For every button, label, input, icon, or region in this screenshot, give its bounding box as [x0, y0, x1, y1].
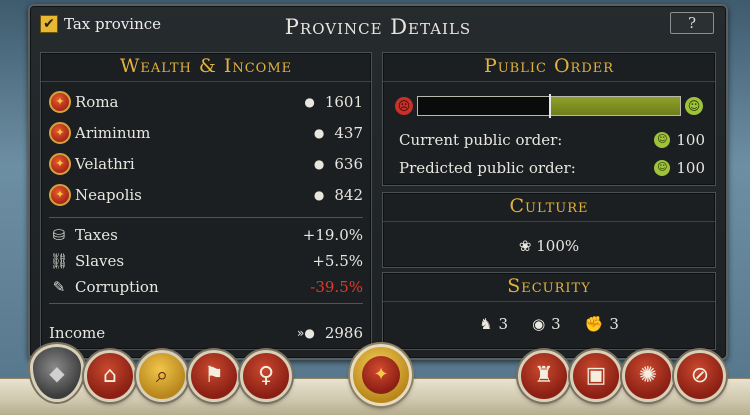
- happy-face-icon: ☺: [654, 160, 671, 176]
- region-value: 437: [334, 124, 363, 142]
- current-order-label: Current public order:: [399, 131, 563, 149]
- security-section: Security ♞ 3 ◉ 3 ✊ 3: [382, 272, 716, 350]
- income-value: 2986: [324, 324, 363, 342]
- treasure-chest-icon: ▣: [585, 363, 607, 388]
- culture-section: Culture ❀ 100%: [382, 192, 716, 268]
- security-value: 3: [609, 315, 619, 333]
- region-row[interactable]: ✦ Ariminum ● 437: [49, 120, 363, 146]
- tab-trade[interactable]: ✺: [622, 350, 674, 402]
- security-item-eye: ◉ 3: [532, 315, 561, 333]
- fist-icon: ✊: [584, 315, 604, 333]
- laurel-icon: ❀: [518, 237, 532, 255]
- trophy-cup-icon: ♜: [534, 363, 554, 388]
- order-bar-marker: [549, 94, 551, 118]
- region-name: Neapolis: [75, 186, 142, 204]
- help-button[interactable]: ?: [670, 12, 714, 34]
- modifier-value: +5.5%: [312, 252, 363, 270]
- person-icon: ♀: [257, 363, 275, 388]
- coin-icon: ●: [313, 157, 325, 171]
- divider: [49, 217, 363, 218]
- modifier-label: Corruption: [75, 278, 159, 296]
- tab-recruitment[interactable]: ⚑: [188, 350, 240, 402]
- divider: [49, 303, 363, 304]
- tab-rewards[interactable]: ♜: [518, 350, 570, 402]
- income-coins-icon: »●: [297, 326, 315, 340]
- security-items: ♞ 3 ◉ 3 ✊ 3: [383, 315, 715, 333]
- region-value: 1601: [324, 93, 363, 111]
- eagle-icon: ♞: [479, 315, 493, 333]
- window-title: Province Details: [284, 15, 472, 39]
- slave-chains-icon: ⛓: [49, 252, 69, 270]
- magnifier-icon: ⌕: [155, 363, 169, 388]
- security-value: 3: [551, 315, 561, 333]
- region-name: Velathri: [75, 155, 135, 173]
- predicted-order-row: Predicted public order: ☺ 100: [399, 156, 705, 180]
- amphora-wheel-icon: ✺: [638, 363, 658, 388]
- public-order-section: Public Order ☹ ☺ Current public order: ☺…: [382, 52, 716, 186]
- security-item-fist: ✊ 3: [585, 315, 619, 333]
- order-bar-fill: [549, 97, 680, 115]
- tab-governor[interactable]: ♀: [240, 350, 292, 402]
- standard-banner-icon: ⚑: [204, 363, 224, 388]
- predicted-order-value: 100: [676, 159, 705, 177]
- culture-title: Culture: [383, 193, 715, 222]
- tab-buildings[interactable]: ⌂: [84, 350, 136, 402]
- current-order-value: 100: [676, 131, 705, 149]
- corruption-scroll-icon: ✎: [52, 278, 66, 296]
- region-name: Ariminum: [75, 124, 151, 142]
- culture-value: 100%: [536, 237, 580, 255]
- faction-emblem[interactable]: ✦: [350, 344, 412, 406]
- modifier-row-corruption: ✎ Corruption -39.5%: [49, 274, 363, 300]
- eagle-medallion-icon: ✦: [49, 122, 71, 144]
- coin-icon: ●: [304, 95, 315, 109]
- order-bar-track: [417, 94, 681, 118]
- income-row: Income »● 2986: [49, 320, 363, 346]
- tab-disband[interactable]: ⊘: [674, 350, 726, 402]
- modifier-label: Slaves: [75, 252, 125, 270]
- province-details-panel: ✔ Tax province Province Details ? Wealth…: [28, 4, 728, 360]
- wealth-income-title: Wealth & Income: [41, 53, 371, 82]
- modifier-row-slaves: ⛓ Slaves +5.5%: [49, 248, 363, 274]
- happy-mask-icon: ☺: [685, 97, 703, 115]
- security-title: Security: [383, 273, 715, 302]
- coin-icon: ●: [313, 126, 325, 140]
- region-row[interactable]: ✦ Velathri ● 636: [49, 151, 363, 177]
- region-row[interactable]: ✦ Roma ● 1601: [49, 89, 363, 115]
- culture-value-row: ❀ 100%: [383, 237, 715, 255]
- security-value: 3: [498, 315, 509, 333]
- region-name: Roma: [75, 93, 119, 111]
- eagle-medallion-icon: ✦: [49, 91, 71, 113]
- public-order-title: Public Order: [383, 53, 715, 82]
- modifier-value: -39.5%: [310, 278, 363, 296]
- region-row[interactable]: ✦ Neapolis ● 842: [49, 182, 363, 208]
- unhappy-mask-icon: ☹: [395, 97, 413, 115]
- wealth-income-section: Wealth & Income ✦ Roma ● 1601 ✦ Ariminum …: [40, 52, 372, 350]
- modifier-value: +19.0%: [302, 226, 363, 244]
- roman-eagle-icon: ✦: [362, 356, 400, 394]
- coin-icon: ●: [313, 188, 325, 202]
- eagle-medallion-icon: ✦: [49, 184, 71, 206]
- no-weapons-icon: ⊘: [690, 363, 710, 388]
- modifier-label: Taxes: [75, 226, 118, 244]
- money-bag-icon: ⛁: [52, 226, 66, 244]
- current-order-row: Current public order: ☺ 100: [399, 128, 705, 152]
- region-value: 636: [334, 155, 363, 173]
- region-value: 842: [334, 186, 363, 204]
- temple-icon: ⌂: [103, 363, 117, 388]
- predicted-order-label: Predicted public order:: [399, 159, 576, 177]
- happy-face-icon: ☺: [654, 132, 671, 148]
- income-label: Income: [49, 324, 106, 342]
- security-item-eagle: ♞ 3: [479, 315, 508, 333]
- tab-province-details[interactable]: ⌕: [136, 350, 188, 402]
- eagle-medallion-icon: ✦: [49, 153, 71, 175]
- eye-icon: ◉: [532, 315, 546, 333]
- tab-treasury[interactable]: ▣: [570, 350, 622, 402]
- region-map-icon: ◆: [49, 361, 65, 385]
- public-order-bar: ☹ ☺: [395, 94, 703, 118]
- modifier-row-taxes: ⛁ Taxes +19.0%: [49, 222, 363, 248]
